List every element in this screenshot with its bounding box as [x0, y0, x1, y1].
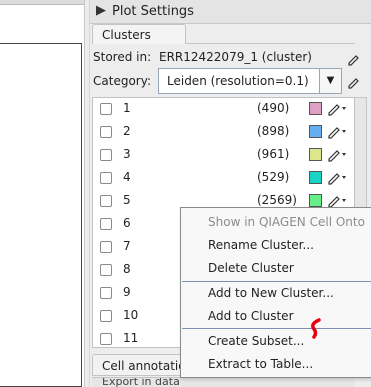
category-select[interactable]: Leiden (resolution=0.1) ▼: [158, 68, 342, 94]
cluster-count: (898): [257, 124, 290, 138]
cursor-marker-icon: [311, 318, 321, 339]
cluster-checkbox[interactable]: [100, 172, 112, 184]
cluster-color-swatch[interactable]: [309, 102, 322, 115]
category-label: Category:: [93, 74, 151, 88]
cluster-name: 2: [123, 124, 131, 138]
tab-underline: [186, 43, 355, 44]
cluster-count: (529): [257, 170, 290, 184]
cluster-name: 1: [123, 101, 131, 115]
collapse-arrow-icon[interactable]: ▶: [96, 3, 106, 18]
cluster-checkbox[interactable]: [100, 310, 112, 322]
cluster-row[interactable]: 3 (961): [93, 144, 354, 167]
panel-header[interactable]: ▶ Plot Settings: [90, 0, 371, 24]
menu-item-delete-cluster[interactable]: Delete Cluster: [181, 257, 371, 280]
cluster-name: 11: [123, 331, 139, 345]
cluster-checkbox[interactable]: [100, 333, 112, 345]
cluster-row[interactable]: 1 (490): [93, 98, 354, 121]
pencil-dropdown-icon[interactable]: [327, 100, 349, 116]
export-section-label: Export in data: [102, 377, 180, 387]
cluster-checkbox[interactable]: [100, 264, 112, 276]
cluster-checkbox[interactable]: [100, 195, 112, 207]
cluster-checkbox[interactable]: [100, 103, 112, 115]
cluster-name: 8: [123, 262, 131, 276]
pencil-dropdown-icon[interactable]: [327, 123, 349, 139]
cluster-checkbox[interactable]: [100, 149, 112, 161]
stored-in-label: Stored in:: [93, 50, 152, 64]
cluster-row[interactable]: 2 (898): [93, 121, 354, 144]
cluster-count: (490): [257, 101, 290, 115]
cluster-name: 9: [123, 285, 131, 299]
menu-item-extract-to-table[interactable]: Extract to Table...: [181, 353, 371, 376]
cluster-color-swatch[interactable]: [309, 171, 322, 184]
cluster-row[interactable]: 4 (529): [93, 167, 354, 190]
menu-item-show-in-qiagen: Show in QIAGEN Cell Onto: [208, 215, 365, 229]
toolbar-edge: [0, 0, 84, 5]
pencil-dropdown-icon[interactable]: [327, 192, 349, 208]
menu-item-add-to-new-cluster[interactable]: Add to New Cluster...: [181, 282, 371, 305]
cluster-checkbox[interactable]: [100, 287, 112, 299]
cluster-color-swatch[interactable]: [309, 148, 322, 161]
cluster-name: 4: [123, 170, 131, 184]
plot-frame: [0, 43, 82, 387]
menu-item-rename-cluster[interactable]: Rename Cluster...: [181, 234, 371, 257]
cluster-checkbox[interactable]: [100, 126, 112, 138]
pencil-dropdown-icon[interactable]: [327, 169, 349, 185]
tab-clusters[interactable]: Clusters: [92, 24, 186, 44]
settings-icon[interactable]: [347, 52, 361, 66]
tab-bar: Clusters: [90, 24, 355, 44]
cluster-checkbox[interactable]: [100, 241, 112, 253]
cluster-name: 3: [123, 147, 131, 161]
menu-item-create-subset[interactable]: Create Subset...: [181, 330, 371, 353]
panel-title: Plot Settings: [112, 4, 194, 19]
category-value: Leiden (resolution=0.1): [167, 74, 309, 88]
stored-in-value: ERR12422079_1 (cluster): [159, 50, 312, 64]
chevron-down-icon[interactable]: ▼: [319, 69, 341, 93]
cluster-color-swatch[interactable]: [309, 125, 322, 138]
cluster-name: 6: [123, 216, 131, 230]
cluster-color-swatch[interactable]: [309, 194, 322, 207]
cluster-count: (961): [257, 147, 290, 161]
menu-separator: [182, 328, 371, 329]
cluster-context-menu: Show in QIAGEN Cell Onto Rename Cluster.…: [180, 207, 371, 378]
cluster-name: 10: [123, 308, 139, 322]
cluster-count: (2569): [257, 193, 297, 207]
cluster-name: 7: [123, 239, 131, 253]
cluster-checkbox[interactable]: [100, 218, 112, 230]
pencil-dropdown-icon[interactable]: [327, 146, 349, 162]
settings-icon[interactable]: [347, 75, 361, 89]
menu-item-add-to-cluster[interactable]: Add to Cluster: [181, 305, 371, 328]
cluster-name: 5: [123, 193, 131, 207]
plot-area: [0, 0, 84, 387]
export-section[interactable]: Export in data: [92, 377, 355, 387]
